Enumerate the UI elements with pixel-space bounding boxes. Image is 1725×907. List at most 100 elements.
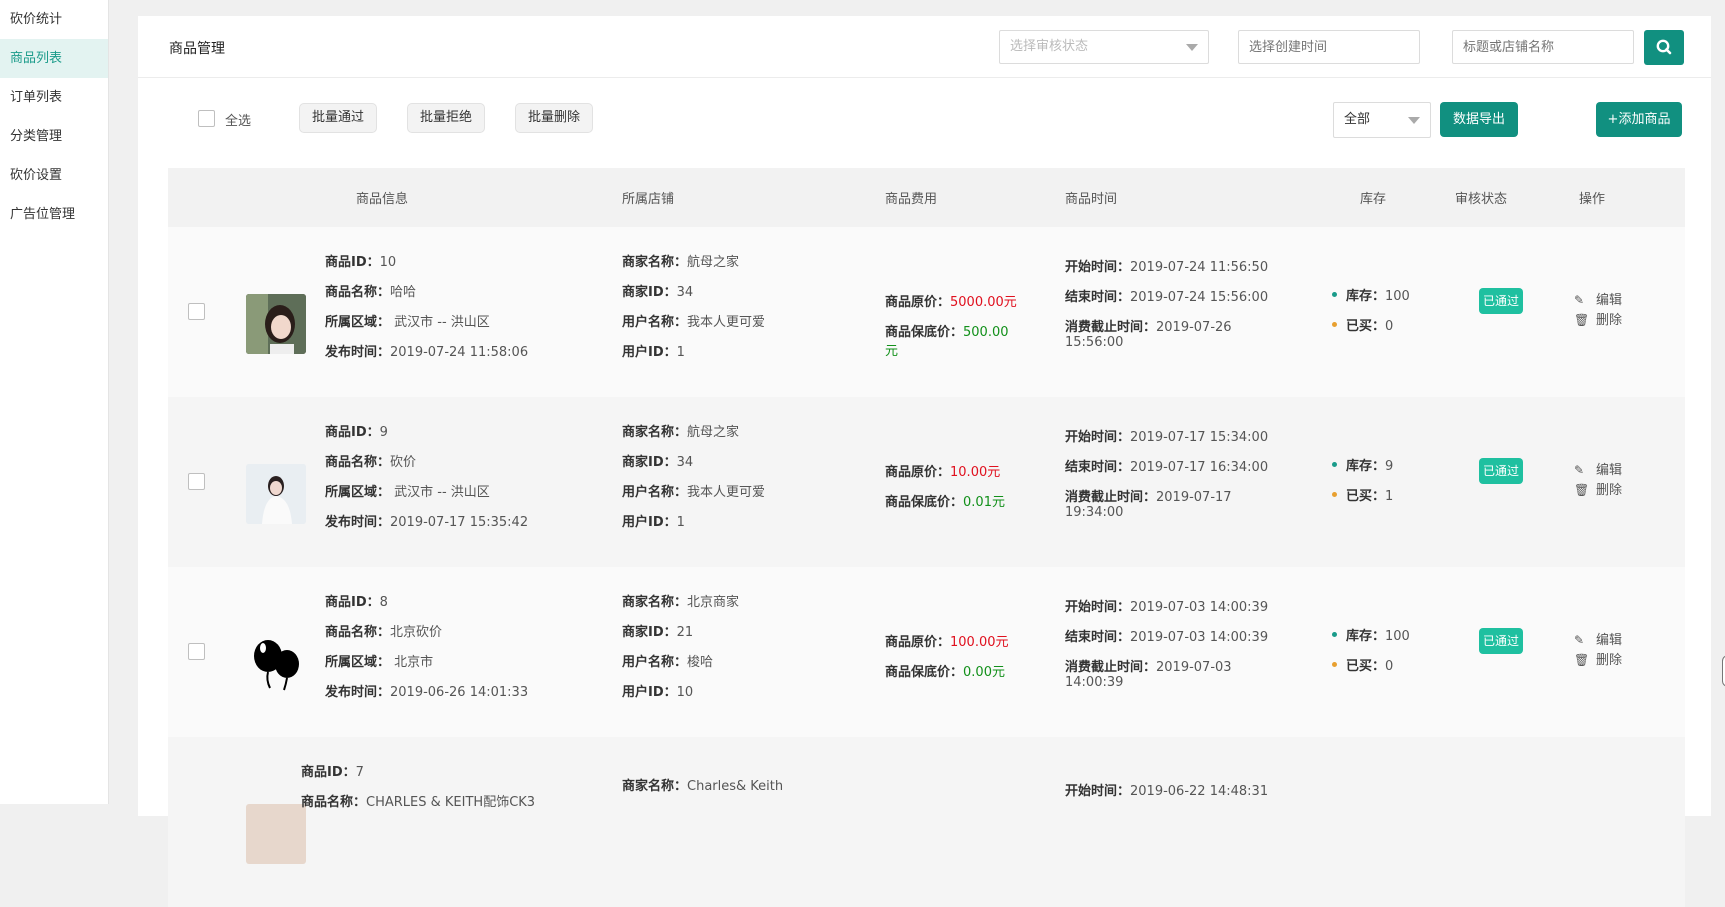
col-header-status: 审核状态 (1455, 192, 1508, 207)
merchant-name: 商家名称：Charles& Keith (622, 779, 784, 794)
sidebar-item-category[interactable]: 分类管理 (0, 117, 108, 156)
original-price: 商品原价：5000.00元 (885, 295, 1017, 310)
floor-price: 商品保底价：0.01元 (885, 495, 1005, 510)
balloon-icon (246, 634, 306, 694)
bought: 已买：0 (1332, 315, 1393, 334)
sidebar-item-bargain-stats[interactable]: 砍价统计 (0, 0, 108, 39)
sidebar-item-ad-slots[interactable]: 广告位管理 (0, 195, 108, 234)
sidebar: 砍价统计 商品列表 订单列表 分类管理 砍价设置 广告位管理 (0, 0, 109, 804)
delete-button[interactable]: 🗑 删除 (1574, 309, 1622, 328)
col-header-fee: 商品费用 (885, 192, 938, 207)
trash-icon: 🗑 (1574, 313, 1590, 327)
floor-price: 商品保底价：0.00元 (885, 665, 1005, 680)
keyword-input[interactable] (1452, 30, 1634, 64)
start-time: 开始时间：2019-06-22 14:48:31 (1065, 784, 1269, 799)
start-time: 开始时间：2019-07-03 14:00:39 (1065, 600, 1269, 615)
product-name: 商品名称：北京砍价 (325, 625, 443, 640)
filter-select[interactable]: 全部 (1333, 102, 1431, 138)
table-header: 商品信息 所属店铺 商品费用 商品时间 库存 审核状态 操作 (168, 168, 1685, 227)
col-header-time: 商品时间 (1065, 192, 1118, 207)
deadline-time-2: 15:56:00 (1065, 335, 1124, 350)
batch-reject-button[interactable]: 批量拒绝 (407, 103, 485, 133)
add-product-button[interactable]: +添加商品 (1596, 102, 1682, 137)
edit-button[interactable]: ✎ 编辑 (1574, 289, 1622, 308)
select-all-label: 全选 (225, 114, 252, 129)
end-time: 结束时间：2019-07-24 15:56:00 (1065, 290, 1269, 305)
deadline-time-2: 19:34:00 (1065, 505, 1124, 520)
start-time: 开始时间：2019-07-17 15:34:00 (1065, 430, 1269, 445)
filter-select-value: 全部 (1344, 112, 1371, 127)
export-button[interactable]: 数据导出 (1440, 102, 1518, 137)
row-checkbox[interactable] (188, 303, 205, 320)
product-name: 商品名称：砍价 (325, 455, 417, 470)
table-row: 商品ID：8 商品名称：北京砍价 所属区域： 北京市 发布时间：2019-06-… (168, 567, 1685, 737)
edit-button[interactable]: ✎ 编辑 (1574, 629, 1622, 648)
user-id: 用户ID：1 (622, 345, 685, 360)
batch-delete-button[interactable]: 批量删除 (515, 103, 593, 133)
pencil-icon: ✎ (1574, 463, 1585, 477)
merchant-id: 商家ID：34 (622, 285, 694, 300)
user-name: 用户名称：我本人更可爱 (622, 485, 766, 500)
status-badge: 已通过 (1479, 628, 1523, 654)
publish-time: 发布时间：2019-07-17 15:35:42 (325, 515, 529, 530)
stock: 库存：9 (1332, 455, 1393, 474)
user-id: 用户ID：1 (622, 515, 685, 530)
batch-approve-button[interactable]: 批量通过 (299, 103, 377, 133)
delete-button[interactable]: 🗑 删除 (1574, 479, 1622, 498)
pencil-icon: ✎ (1574, 633, 1585, 647)
search-button[interactable] (1644, 30, 1684, 65)
end-time: 结束时间：2019-07-17 16:34:00 (1065, 460, 1269, 475)
header-bar: 商品管理 选择审核状态 (138, 16, 1711, 78)
original-price: 商品原价：10.00元 (885, 465, 1001, 480)
product-name: 商品名称：CHARLES & KEITH配饰CK3 (301, 795, 536, 810)
stock: 库存：100 (1332, 285, 1410, 304)
bought: 已买：0 (1332, 655, 1393, 674)
page-title: 商品管理 (169, 41, 225, 57)
chevron-down-icon (1186, 44, 1198, 51)
merchant-id: 商家ID：34 (622, 455, 694, 470)
bought: 已买：1 (1332, 485, 1393, 504)
col-header-info: 商品信息 (356, 192, 409, 207)
merchant-name: 商家名称：航母之家 (622, 425, 740, 440)
row-checkbox[interactable] (188, 473, 205, 490)
status-select-placeholder: 选择审核状态 (1010, 39, 1089, 54)
table-row: 商品ID：10 商品名称：哈哈 所属区域： 武汉市 -- 洪山区 发布时间：20… (168, 227, 1685, 397)
delete-button[interactable]: 🗑 删除 (1574, 649, 1622, 668)
pencil-icon: ✎ (1574, 293, 1585, 307)
status-badge: 已通过 (1479, 458, 1523, 484)
row-checkbox[interactable] (188, 643, 205, 660)
sidebar-item-product-list[interactable]: 商品列表 (0, 39, 108, 78)
status-select[interactable]: 选择审核状态 (999, 30, 1209, 64)
product-thumbnail (246, 804, 306, 864)
search-icon (1656, 39, 1672, 55)
floor-price-unit: 元 (885, 344, 899, 359)
col-header-stock: 库存 (1360, 192, 1387, 207)
status-badge: 已通过 (1479, 288, 1523, 314)
user-name: 用户名称：我本人更可爱 (622, 315, 766, 330)
product-thumbnail (246, 294, 306, 354)
trash-icon: 🗑 (1574, 653, 1590, 667)
deadline-time-2: 14:00:39 (1065, 675, 1124, 690)
select-all-checkbox[interactable] (198, 110, 215, 127)
stock: 库存：100 (1332, 625, 1410, 644)
sidebar-item-bargain-settings[interactable]: 砍价设置 (0, 156, 108, 195)
start-time: 开始时间：2019-07-24 11:56:50 (1065, 260, 1269, 275)
end-time: 结束时间：2019-07-03 14:00:39 (1065, 630, 1269, 645)
product-id: 商品ID：10 (325, 255, 397, 270)
product-thumbnail (246, 464, 306, 524)
date-input[interactable] (1238, 30, 1420, 64)
col-header-ops: 操作 (1579, 192, 1606, 207)
merchant-name: 商家名称：北京商家 (622, 595, 740, 610)
col-header-shop: 所属店铺 (622, 192, 675, 207)
deadline-time: 消费截止时间：2019-07-26 (1065, 320, 1232, 335)
table-row: 商品ID：7 商品名称：CHARLES & KEITH配饰CK3 商家名称：Ch… (168, 737, 1685, 907)
user-id: 用户ID：10 (622, 685, 694, 700)
product-id: 商品ID：9 (325, 425, 388, 440)
sidebar-item-order-list[interactable]: 订单列表 (0, 78, 108, 117)
edit-button[interactable]: ✎ 编辑 (1574, 459, 1622, 478)
user-name: 用户名称：梭哈 (622, 655, 714, 670)
product-area: 所属区域： 武汉市 -- 洪山区 (325, 315, 490, 330)
product-id: 商品ID：8 (325, 595, 388, 610)
table-row: 商品ID：9 商品名称：砍价 所属区域： 武汉市 -- 洪山区 发布时间：201… (168, 397, 1685, 567)
publish-time: 发布时间：2019-07-24 11:58:06 (325, 345, 529, 360)
